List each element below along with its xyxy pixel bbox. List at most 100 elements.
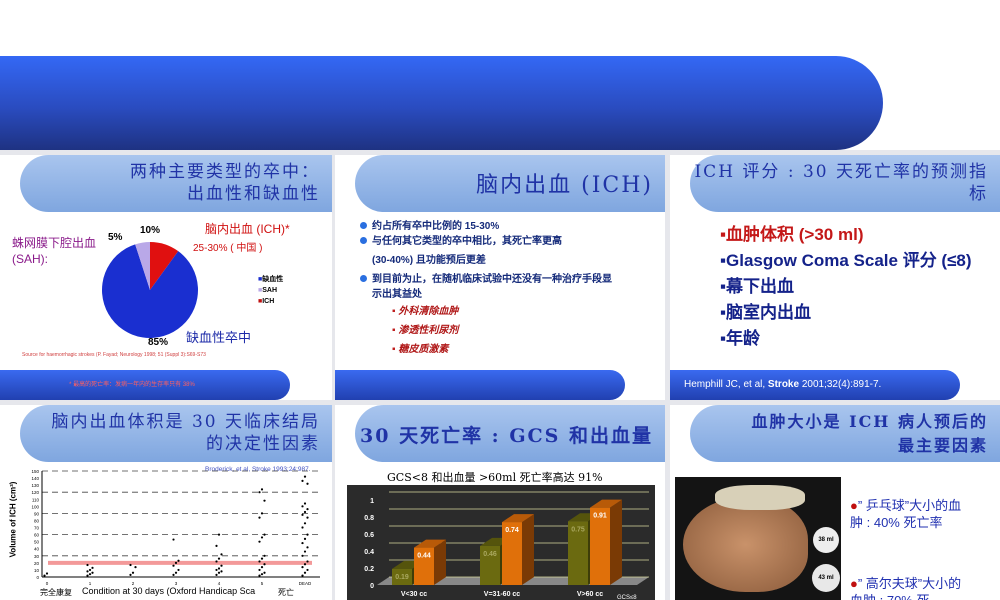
bar-value-label: 0.46 bbox=[483, 551, 497, 558]
pie-chart bbox=[102, 242, 198, 338]
top-banner bbox=[0, 56, 883, 150]
data-point bbox=[301, 526, 304, 529]
ping-pong-ball: 38 ml bbox=[813, 527, 839, 553]
data-point bbox=[301, 574, 304, 577]
ich-china-label: 25-30% ( 中国 ) bbox=[193, 243, 263, 254]
data-point bbox=[258, 574, 261, 577]
x-tick-label: 0 bbox=[46, 581, 49, 586]
sah-label: 蛛网膜下腔出血 (SAH): bbox=[12, 236, 97, 266]
list-item: (30-40%) 且功能预后更差 bbox=[372, 255, 486, 266]
slide-title: 血肿大小是 ICH 病人预后的 最主要因素 bbox=[690, 405, 1000, 462]
data-point bbox=[306, 533, 309, 536]
data-point bbox=[303, 550, 307, 553]
legend-partial: GCS≤8 bbox=[617, 595, 637, 600]
data-point bbox=[303, 522, 307, 525]
slide-title: 脑内出血体积是 30 天临床结局 的决定性因素 bbox=[20, 405, 332, 462]
sub-item: 外科清除血肿 bbox=[360, 302, 660, 321]
data-point bbox=[220, 570, 223, 573]
y-tick-label: 0.8 bbox=[364, 515, 374, 522]
y-tick-label: 50 bbox=[34, 540, 40, 545]
data-point bbox=[263, 571, 266, 574]
slide-hematoma-size[interactable]: 血肿大小是 ICH 病人预后的 最主要因素 38 ml 43 ml ●” 乒乓球”… bbox=[670, 405, 1000, 600]
data-point bbox=[303, 571, 307, 574]
slide-title: 30 天死亡率 : GCS 和出血量 bbox=[355, 405, 665, 462]
slide-title: 脑内出血 (ICH) bbox=[355, 155, 665, 212]
data-point bbox=[86, 563, 89, 567]
data-point bbox=[301, 479, 304, 482]
x-tick-label: V=31-60 cc bbox=[484, 591, 520, 598]
bar-side bbox=[610, 499, 622, 585]
slide-ich-score[interactable]: ICH 评分 : 30 天死亡率的预测指标 ▪血肿体积 (>30 ml) ▪Gl… bbox=[670, 155, 1000, 400]
golf-ball: 43 ml bbox=[812, 564, 840, 592]
x-tick-label: V<30 cc bbox=[401, 591, 427, 598]
y-tick-label: 0 bbox=[370, 583, 374, 590]
data-point bbox=[172, 573, 175, 576]
data-point bbox=[88, 568, 92, 572]
data-point bbox=[86, 570, 89, 573]
y-tick-label: 70 bbox=[34, 526, 40, 531]
left-label: 完全康复 bbox=[40, 588, 72, 597]
data-point bbox=[258, 491, 261, 494]
y-tick-label: 110 bbox=[32, 497, 40, 502]
y-tick-label: 0.6 bbox=[364, 532, 374, 539]
data-point bbox=[301, 505, 304, 508]
data-point bbox=[220, 553, 223, 556]
data-point bbox=[91, 571, 94, 574]
data-point bbox=[303, 502, 307, 505]
slide-footer: Hemphill JC, et al, Stroke 2001;32(4):89… bbox=[670, 370, 960, 400]
data-point bbox=[263, 533, 266, 536]
data-point bbox=[303, 563, 307, 566]
data-point bbox=[301, 513, 304, 516]
list-item: ▪Glasgow Coma Scale 评分 (≤8) bbox=[720, 251, 972, 270]
y-tick-label: 0 bbox=[36, 575, 39, 580]
data-point bbox=[303, 475, 307, 478]
y-tick-label: 1 bbox=[370, 498, 374, 505]
slide-title: ICH 评分 : 30 天死亡率的预测指标 bbox=[690, 155, 1000, 212]
data-point bbox=[177, 559, 180, 562]
list-item: 到目前为止，在随机临床试验中还没有一种治疗手段显 bbox=[360, 272, 660, 287]
data-point bbox=[88, 573, 92, 576]
score-list: ▪血肿体积 (>30 ml) ▪Glasgow Coma Scale 评分 (≤… bbox=[670, 222, 1000, 352]
y-tick-label: 0.2 bbox=[364, 566, 374, 573]
data-point bbox=[306, 560, 309, 563]
brain-image: 38 ml 43 ml bbox=[675, 477, 841, 600]
data-point bbox=[43, 574, 46, 577]
y-tick-label: 100 bbox=[31, 504, 39, 509]
bar-value-label: 0.74 bbox=[505, 527, 519, 534]
data-point bbox=[258, 568, 261, 572]
list-item: ▪年龄 bbox=[720, 329, 761, 348]
slide-stroke-types[interactable]: 两种主要类型的卒中： 出血性和缺血性 蛛网膜下腔出血 (SAH): 脑内出血 (IC… bbox=[0, 155, 332, 400]
bullet-list: 约占所有卒中比例的 15-30% 与任何其它类型的卒中相比，其死亡率更高 (30… bbox=[360, 219, 660, 359]
bar-chart: 0 0.2 0.4 0.6 0.8 1 0.19 0.44 V<30 cc 0.46 0.74 V=3… bbox=[347, 485, 655, 600]
data-point bbox=[301, 554, 304, 557]
y-tick-label: 150 bbox=[31, 469, 39, 474]
x-axis-label: Condition at 30 days (Oxford Handicap Sc… bbox=[82, 586, 256, 596]
scatter-chart: 01020304050607080901001101201301401500 1 2… bbox=[31, 469, 320, 586]
data-point bbox=[258, 540, 261, 543]
data-point bbox=[86, 574, 89, 577]
data-point bbox=[174, 571, 178, 574]
x-tick-label: V>60 cc bbox=[577, 591, 603, 598]
y-axis-label: Volume of ICH (cm³) bbox=[8, 481, 18, 558]
data-point bbox=[217, 571, 221, 574]
data-point bbox=[129, 563, 132, 567]
data-point bbox=[217, 533, 221, 536]
list-item: ▪脑室内出血 bbox=[720, 303, 812, 322]
data-point bbox=[45, 572, 49, 575]
slide-footer bbox=[335, 370, 625, 400]
data-point bbox=[217, 557, 221, 560]
data-point bbox=[301, 541, 304, 545]
bar-side bbox=[522, 514, 534, 585]
data-point bbox=[131, 571, 135, 574]
bar-value-label: 0.19 bbox=[395, 574, 409, 581]
data-point bbox=[134, 566, 137, 569]
bullet-golf: ●” 高尔夫球”大小的血肿 : 70% 死 bbox=[850, 576, 962, 600]
sub-item: 渗透性利尿剂 bbox=[360, 321, 660, 340]
slide-volume-outcome[interactable]: 脑内出血体积是 30 天临床结局 的决定性因素 Broderick, et al,… bbox=[0, 405, 332, 600]
bullet-pingpong: ●” 乒乓球”大小的血肿 : 40% 死亡率 bbox=[850, 498, 962, 530]
data-point bbox=[306, 508, 309, 511]
slide-gcs-mortality[interactable]: 30 天死亡率 : GCS 和出血量 GCS<8 和出血量 >60ml 死亡率高… bbox=[335, 405, 665, 600]
y-tick-label: 0.4 bbox=[364, 549, 374, 556]
y-tick-label: 30 bbox=[34, 554, 40, 559]
slide-ich[interactable]: 脑内出血 (ICH) 约占所有卒中比例的 15-30% 与任何其它类型的卒中相比… bbox=[335, 155, 665, 400]
